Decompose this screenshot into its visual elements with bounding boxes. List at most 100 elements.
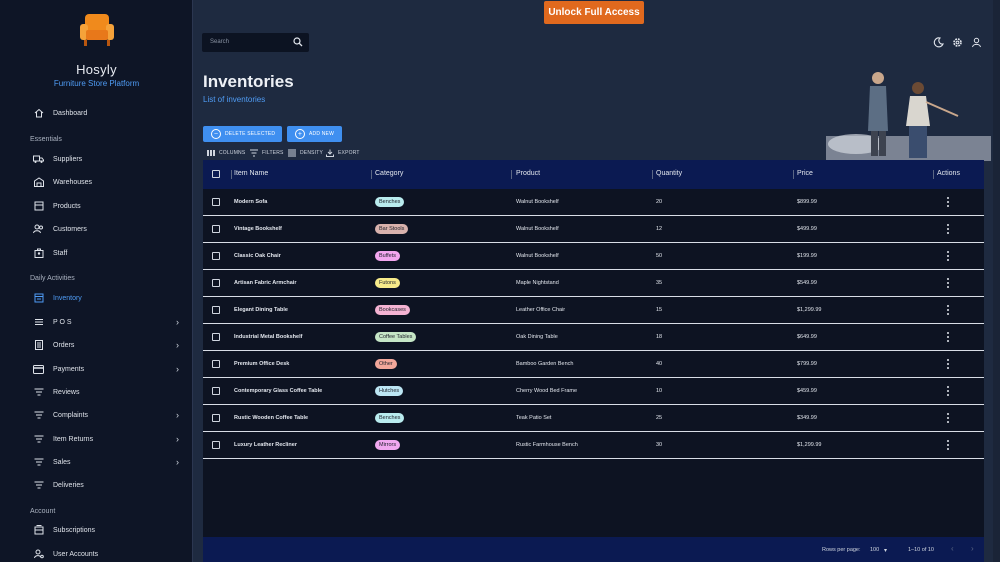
sidebar-item-staff[interactable]: Staff [0,243,193,263]
sidebar-item-deliveries[interactable]: Deliveries [0,475,193,495]
section-essentials: Essentials [30,136,62,143]
caret-down-icon[interactable]: ▾ [884,547,887,554]
export-button[interactable]: EXPORT [326,148,360,157]
cell-item-name: Modern Sofa [234,199,268,205]
more-actions-icon[interactable] [946,278,949,288]
row-checkbox[interactable] [212,225,220,233]
filters-button[interactable]: FILTERS [250,148,284,157]
add-new-button[interactable]: + ADD NEW [287,126,342,142]
table-row[interactable]: Premium Office Desk Other Bamboo Garden … [203,351,984,378]
settings-icon[interactable] [952,37,963,48]
table-row[interactable]: Artisan Fabric Armchair Futons Maple Nig… [203,270,984,297]
delete-selected-button[interactable]: − DELETE SELECTED [203,126,282,142]
table-row[interactable]: Luxury Leather Recliner Mirrors Rustic F… [203,432,984,459]
sidebar-item-inventory[interactable]: Inventory [0,288,193,308]
category-chip: Other [375,359,397,369]
rows-per-page-label: Rows per page: [822,547,861,553]
filter-lines-icon [33,434,44,445]
dark-mode-icon[interactable] [933,37,944,48]
sidebar-item-payments[interactable]: Payments › [0,359,193,379]
sidebar-item-subscriptions[interactable]: Subscriptions [0,520,193,540]
column-header-product[interactable]: Product [516,170,540,177]
table-row[interactable]: Classic Oak Chair Buffets Walnut Bookshe… [203,243,984,270]
brand-tagline: Furniture Store Platform [53,79,140,88]
sidebar-item-orders[interactable]: Orders › [0,335,193,355]
sidebar-item-item-returns[interactable]: Item Returns › [0,429,193,449]
chevron-right-icon: › [176,364,179,374]
search-input[interactable]: Search [202,33,309,52]
sidebar-item-customers[interactable]: Customers [0,219,193,239]
chevron-right-icon: › [176,340,179,350]
columns-button[interactable]: COLUMNS [207,148,245,157]
cell-price: $499.99 [797,226,817,232]
table-row[interactable]: Vintage Bookshelf Bar Stools Walnut Book… [203,216,984,243]
more-actions-icon[interactable] [946,386,949,396]
sidebar-item-user-accounts[interactable]: User Accounts [0,544,193,562]
sidebar: Hosyly Furniture Store Platform Dashboar… [0,0,193,562]
table-row[interactable]: Modern Sofa Benches Walnut Bookshelf 20 … [203,189,984,216]
more-actions-icon[interactable] [946,440,949,450]
sidebar-item-complaints[interactable]: Complaints › [0,405,193,425]
select-all-checkbox[interactable] [212,170,220,178]
previous-page-icon[interactable]: ‹ [951,544,954,553]
cell-price: $1,299.99 [797,307,822,313]
cell-item-name: Rustic Wooden Coffee Table [234,415,309,421]
more-actions-icon[interactable] [946,413,949,423]
category-chip: Hutches [375,386,404,396]
column-header-price[interactable]: Price [797,170,813,177]
cell-quantity: 50 [656,253,663,259]
row-checkbox[interactable] [212,279,220,287]
row-checkbox[interactable] [212,387,220,395]
density-icon [288,149,296,156]
brand: Hosyly Furniture Store Platform [0,10,193,88]
row-checkbox[interactable] [212,333,220,341]
density-button[interactable]: DENSITY [288,148,323,157]
table-row[interactable]: Elegant Dining Table Bookcases Leather O… [203,297,984,324]
search-placeholder: Search [210,39,230,45]
table-row[interactable]: Rustic Wooden Coffee Table Benches Teak … [203,405,984,432]
cell-product: Walnut Bookshelf [516,199,559,205]
unlock-full-access-button[interactable]: Unlock Full Access [544,1,644,24]
sidebar-item-reviews[interactable]: Reviews [0,382,193,402]
row-checkbox[interactable] [212,306,220,314]
row-checkbox[interactable] [212,252,220,260]
cell-quantity: 10 [656,388,663,394]
sidebar-item-sales[interactable]: Sales › [0,452,193,472]
inventory-data-grid: Item Name Category Product Quantity Pric… [203,160,984,562]
cell-item-name: Industrial Metal Bookshelf [234,334,303,340]
rows-per-page-select[interactable]: 100 [870,547,879,553]
search-icon[interactable] [293,37,303,47]
more-actions-icon[interactable] [946,359,949,369]
more-actions-icon[interactable] [946,332,949,342]
table-row[interactable]: Contemporary Glass Coffee Table Hutches … [203,378,984,405]
cell-price: $799.99 [797,361,817,367]
more-actions-icon[interactable] [946,305,949,315]
next-page-icon[interactable]: › [971,544,974,553]
row-checkbox[interactable] [212,198,220,206]
remove-circle-icon: − [211,129,221,139]
sidebar-item-suppliers[interactable]: Suppliers [0,149,193,169]
row-checkbox[interactable] [212,441,220,449]
column-header-quantity[interactable]: Quantity [656,170,682,177]
user-icon[interactable] [971,37,982,48]
sidebar-item-products[interactable]: Products [0,196,193,216]
sidebar-item-warehouses[interactable]: Warehouses [0,172,193,192]
customers-icon [33,224,44,235]
table-row[interactable]: Industrial Metal Bookshelf Coffee Tables… [203,324,984,351]
column-separator [793,170,794,179]
column-header-category[interactable]: Category [375,170,403,177]
row-checkbox[interactable] [212,414,220,422]
cell-quantity: 12 [656,226,663,232]
scrollbar[interactable] [993,0,1000,562]
sidebar-item-dashboard[interactable]: Dashboard [0,103,193,123]
row-checkbox[interactable] [212,360,220,368]
category-chip: Futons [375,278,400,288]
column-header-item-name[interactable]: Item Name [234,170,268,177]
cell-product: Maple Nightstand [516,280,559,286]
cell-product: Rustic Farmhouse Bench [516,442,578,448]
chevron-right-icon: › [176,410,179,420]
sidebar-item-pos[interactable]: P O S › [0,312,193,332]
more-actions-icon[interactable] [946,224,949,234]
more-actions-icon[interactable] [946,251,949,261]
more-actions-icon[interactable] [946,197,949,207]
